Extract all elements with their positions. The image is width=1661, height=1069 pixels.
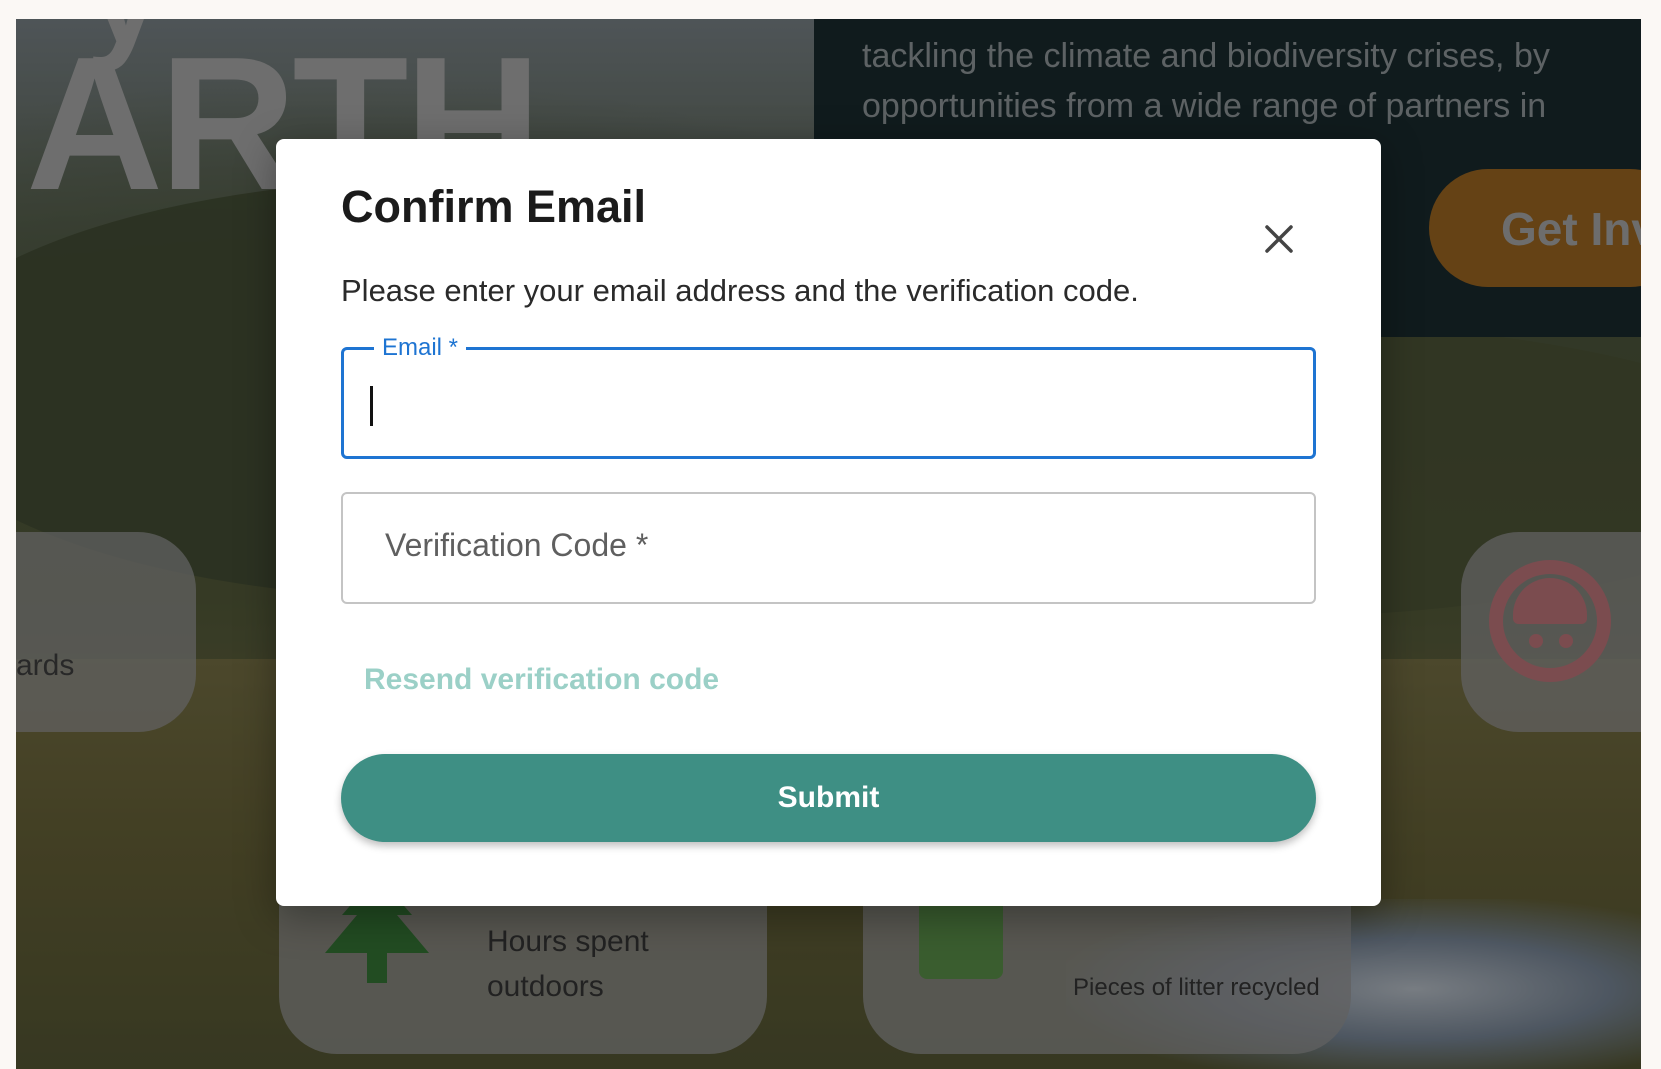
close-button[interactable] [1259,219,1299,259]
submit-button[interactable]: Submit [341,754,1316,842]
close-icon [1265,225,1293,253]
email-field[interactable]: Email * [341,336,1316,459]
resend-verification-link[interactable]: Resend verification code [364,663,719,697]
dialog-title: Confirm Email [341,181,647,232]
email-field-label: Email * [374,336,467,360]
verification-code-placeholder: Verification Code * [385,527,649,563]
dialog-description: Please enter your email address and the … [341,273,1139,308]
email-input[interactable] [368,380,1292,432]
confirm-email-dialog: Confirm Email Please enter your email ad… [276,139,1381,906]
verification-code-field[interactable]: Verification Code * [341,492,1316,604]
text-caret [370,386,373,426]
